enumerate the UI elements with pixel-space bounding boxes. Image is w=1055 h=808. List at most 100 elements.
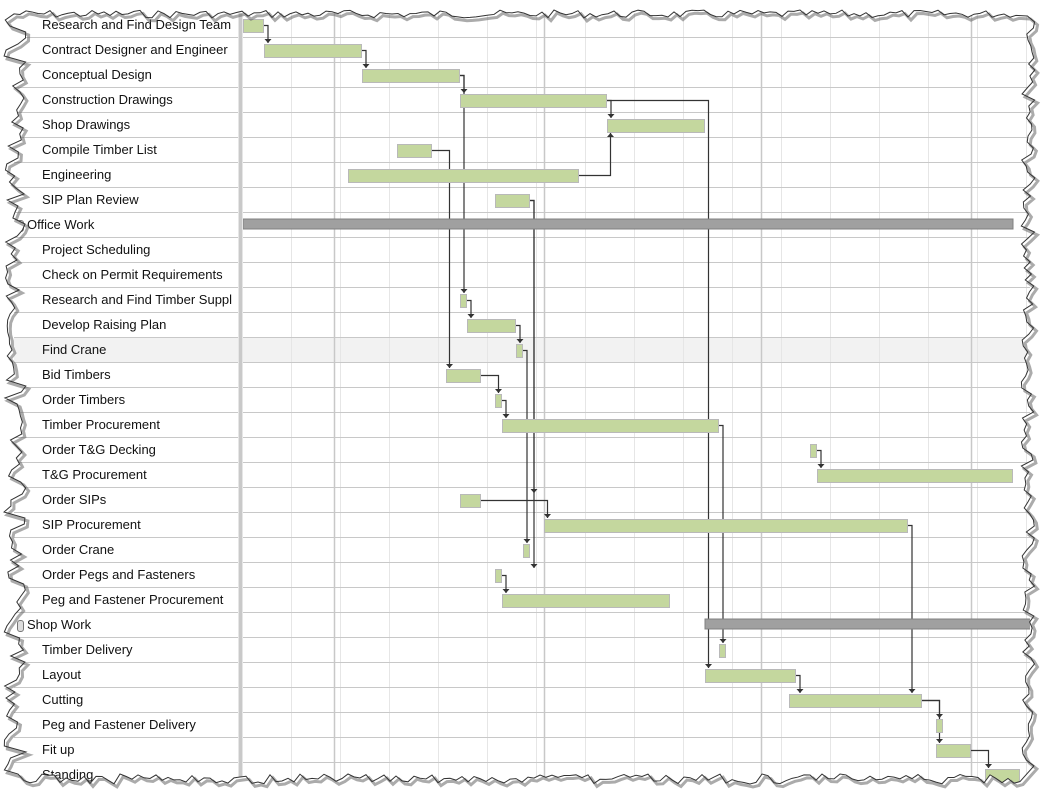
link-arrowhead [502,414,510,418]
task-name: Engineering [42,167,112,182]
task-row[interactable]: Compile Timber List [14,138,238,163]
task-row[interactable]: Standing [14,763,238,788]
task-row[interactable]: Order T&G Decking [14,438,238,463]
task-row[interactable]: Project Scheduling [14,238,238,263]
task-name: Peg and Fastener Delivery [42,717,196,732]
task-name: Peg and Fastener Procurement [42,592,224,607]
task-name: Research and Find Timber Suppl [42,292,233,307]
task-name: SIP Plan Review [42,192,139,207]
task-row[interactable]: Find Crane [14,338,238,363]
task-row[interactable]: Peg and Fastener Procurement [14,588,238,613]
task-name: Research and Find Design Team [42,17,232,32]
summary-bar [704,618,1030,630]
task-bar [397,144,432,158]
task-row[interactable]: Engineering [14,163,238,188]
link-arrowhead [705,664,712,668]
task-bar [502,594,670,608]
link-arrowhead [908,689,916,693]
link-arrowhead [985,764,992,768]
collapse-toggle-icon[interactable] [17,620,24,632]
link-arrowhead [796,689,804,693]
task-name: Office Work [27,217,95,232]
link-arrowhead [362,64,370,68]
link-arrowhead [936,739,943,743]
dependency-link [459,74,465,293]
dependency-link [480,374,500,393]
task-name: Contract Designer and Engineer [42,42,228,57]
task-name: Order SIPs [42,492,107,507]
link-arrowhead [607,133,614,137]
task-bar [516,344,523,358]
task-bar [985,769,1020,783]
task-row[interactable]: Peg and Fastener Delivery [14,713,238,738]
task-name: T&G Procurement [42,467,147,482]
task-row[interactable]: Research and Find Timber Suppl [14,288,238,313]
link-arrowhead [264,39,272,43]
gantt-view: Research and Find Design Team Contract De… [14,13,1030,793]
task-name: Cutting [42,692,84,707]
task-name: Order T&G Decking [42,442,156,457]
task-bar [544,519,908,533]
summary-task-row[interactable]: Office Work [14,213,238,238]
gantt-svg [243,13,1030,793]
task-bar [243,19,264,33]
task-name: Order Pegs and Fasteners [42,567,196,582]
task-bar [467,319,516,333]
task-bar [705,669,796,683]
task-bar [936,719,943,733]
task-bar [460,94,607,108]
task-bar [348,169,579,183]
task-row[interactable]: Order SIPs [14,488,238,513]
task-name: Shop Work [27,617,92,632]
task-row[interactable]: Bid Timbers [14,363,238,388]
task-row[interactable]: Conceptual Design [14,63,238,88]
task-row[interactable]: Timber Procurement [14,413,238,438]
summary-task-row[interactable]: Shop Work [14,613,238,638]
task-row[interactable]: Construction Drawings [14,88,238,113]
task-row[interactable]: T&G Procurement [14,463,238,488]
task-name: Layout [42,667,82,682]
task-row[interactable]: Order Crane [14,538,238,563]
task-row[interactable]: Fit up [14,738,238,763]
link-arrowhead [502,589,510,593]
task-name: Conceptual Design [42,67,152,82]
task-row[interactable]: Research and Find Design Team [14,13,238,38]
task-name: Find Crane [42,342,107,357]
dependency-link [431,149,451,368]
task-row[interactable]: Cutting [14,688,238,713]
task-row[interactable]: Order Pegs and Fasteners [14,563,238,588]
link-arrowhead [467,314,475,318]
task-name: Fit up [42,742,75,757]
task-bar [789,694,922,708]
dependency-link [522,349,528,543]
task-name: Order Crane [42,542,115,557]
task-bar [495,394,502,408]
task-name: Construction Drawings [42,92,173,107]
task-row[interactable]: Order Timbers [14,388,238,413]
task-row[interactable]: Develop Raising Plan [14,313,238,338]
dependency-link [907,524,913,693]
task-row[interactable]: SIP Plan Review [14,188,238,213]
task-row[interactable]: SIP Procurement [14,513,238,538]
task-bar [523,544,530,558]
task-row[interactable]: Check on Permit Requirements [14,263,238,288]
task-name: Timber Delivery [42,642,133,657]
link-arrowhead [460,289,468,293]
link-arrowhead [607,114,615,118]
collapse-toggle-icon[interactable] [17,220,24,232]
task-bar [502,419,719,433]
task-row[interactable]: Contract Designer and Engineer [14,38,238,63]
task-bar [936,744,971,758]
task-name: Shop Drawings [42,117,131,132]
selected-row-highlight [243,338,1030,362]
dependency-link [606,99,710,668]
dependency-link [921,699,941,718]
link-arrowhead [936,714,943,718]
task-row[interactable]: Shop Drawings [14,113,238,138]
task-row[interactable]: Layout [14,663,238,688]
task-row[interactable]: Timber Delivery [14,638,238,663]
link-arrowhead [817,464,825,468]
task-name: Bid Timbers [42,367,111,382]
dependency-link [718,424,724,643]
dependency-link [480,499,549,518]
